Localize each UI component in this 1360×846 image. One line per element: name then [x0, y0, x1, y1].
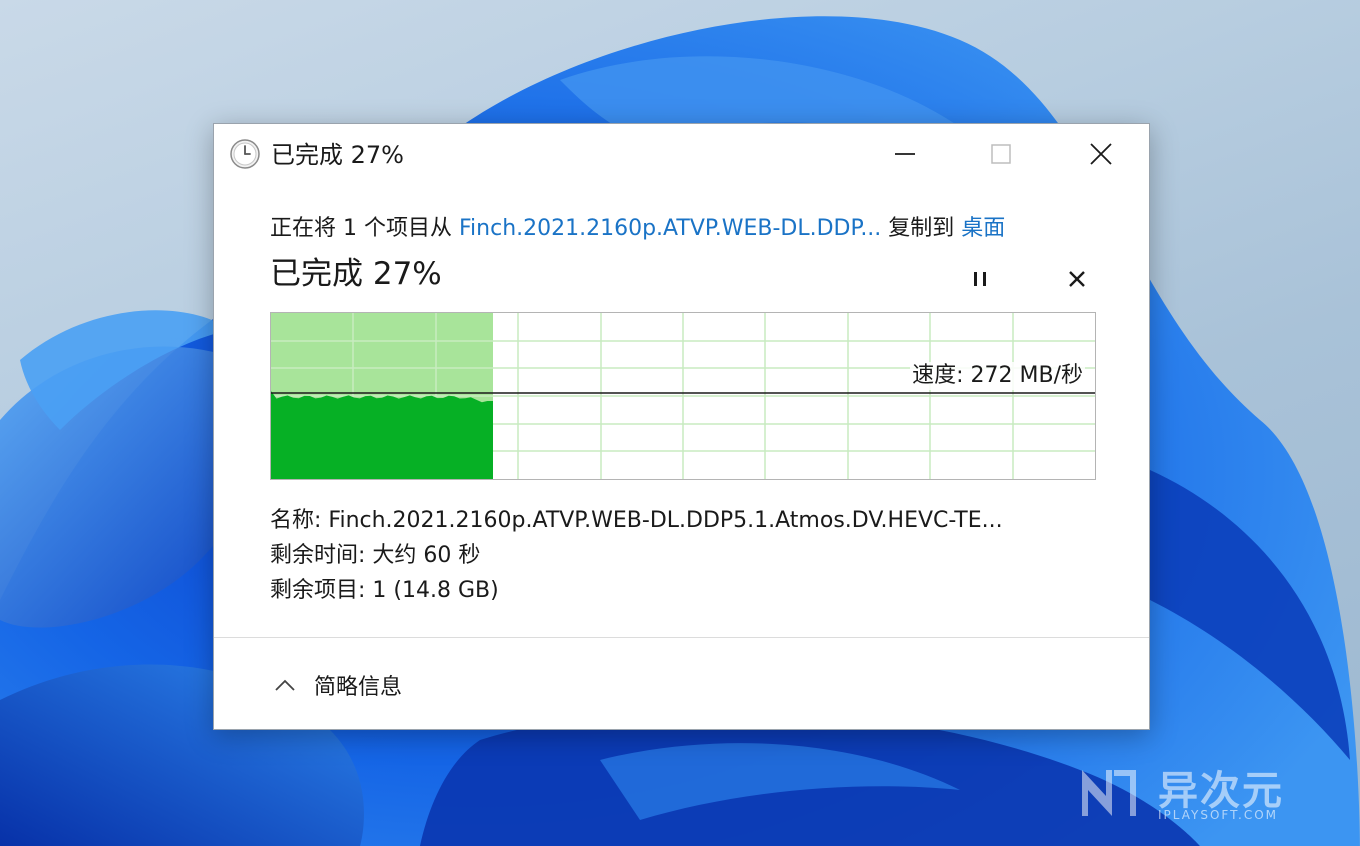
speed-chart — [271, 313, 1095, 479]
copy-middle: 复制到 — [881, 216, 962, 241]
source-folder-link[interactable]: Finch.2021.2160p.ATVP.WEB-DL.DDP... — [459, 216, 881, 241]
time-remaining-label: 剩余时间: — [270, 543, 373, 568]
maximize-button[interactable] — [978, 134, 1024, 174]
destination-folder-link[interactable]: 桌面 — [961, 216, 1005, 241]
file-name-value: Finch.2021.2160p.ATVP.WEB-DL.DDP5.1.Atmo… — [328, 508, 1003, 533]
close-window-button[interactable] — [1078, 134, 1124, 174]
minimize-icon — [895, 153, 915, 155]
items-remaining-row: 剩余项目: 1 (14.8 GB) — [270, 576, 499, 606]
pause-icon — [974, 272, 986, 286]
watermark-logo-icon — [1082, 770, 1136, 816]
site-watermark: 异次元 IPLAYSOFT.COM — [1076, 758, 1306, 828]
close-icon — [1069, 271, 1085, 287]
window-title: 已完成 27% — [271, 141, 404, 169]
file-name-label: 名称: — [270, 508, 329, 533]
footer-divider — [214, 637, 1149, 638]
clock-icon — [229, 138, 261, 170]
file-copy-dialog: 已完成 27% 正在将 1 个项目从 Finch.2021.2160p.ATVP… — [213, 123, 1150, 730]
chevron-up-icon — [275, 679, 295, 691]
fewer-details-label: 简略信息 — [314, 675, 403, 700]
copy-prefix: 正在将 1 个项目从 — [270, 216, 459, 241]
pause-button[interactable] — [962, 262, 998, 296]
transfer-speed-graph: 速度: 272 MB/秒 — [270, 312, 1096, 480]
watermark-subtext: IPLAYSOFT.COM — [1158, 808, 1278, 822]
minimize-button[interactable] — [882, 134, 928, 174]
maximize-icon — [991, 144, 1011, 164]
time-remaining-value: 大约 60 秒 — [372, 543, 481, 568]
title-bar[interactable]: 已完成 27% — [214, 124, 1149, 186]
speed-label: 速度: 272 MB/秒 — [910, 362, 1085, 390]
progress-status: 已完成 27% — [270, 256, 442, 292]
cancel-copy-button[interactable] — [1060, 262, 1094, 296]
items-remaining-label: 剩余项目: — [270, 578, 373, 603]
items-remaining-value: 1 (14.8 GB) — [372, 578, 499, 603]
fewer-details-toggle[interactable]: 简略信息 — [274, 668, 402, 702]
time-remaining-row: 剩余时间: 大约 60 秒 — [270, 541, 480, 571]
close-icon — [1090, 143, 1112, 165]
speed-area-fill — [271, 391, 493, 479]
file-name-row: 名称: Finch.2021.2160p.ATVP.WEB-DL.DDP5.1.… — [270, 506, 1003, 536]
copy-description: 正在将 1 个项目从 Finch.2021.2160p.ATVP.WEB-DL.… — [270, 214, 1100, 244]
